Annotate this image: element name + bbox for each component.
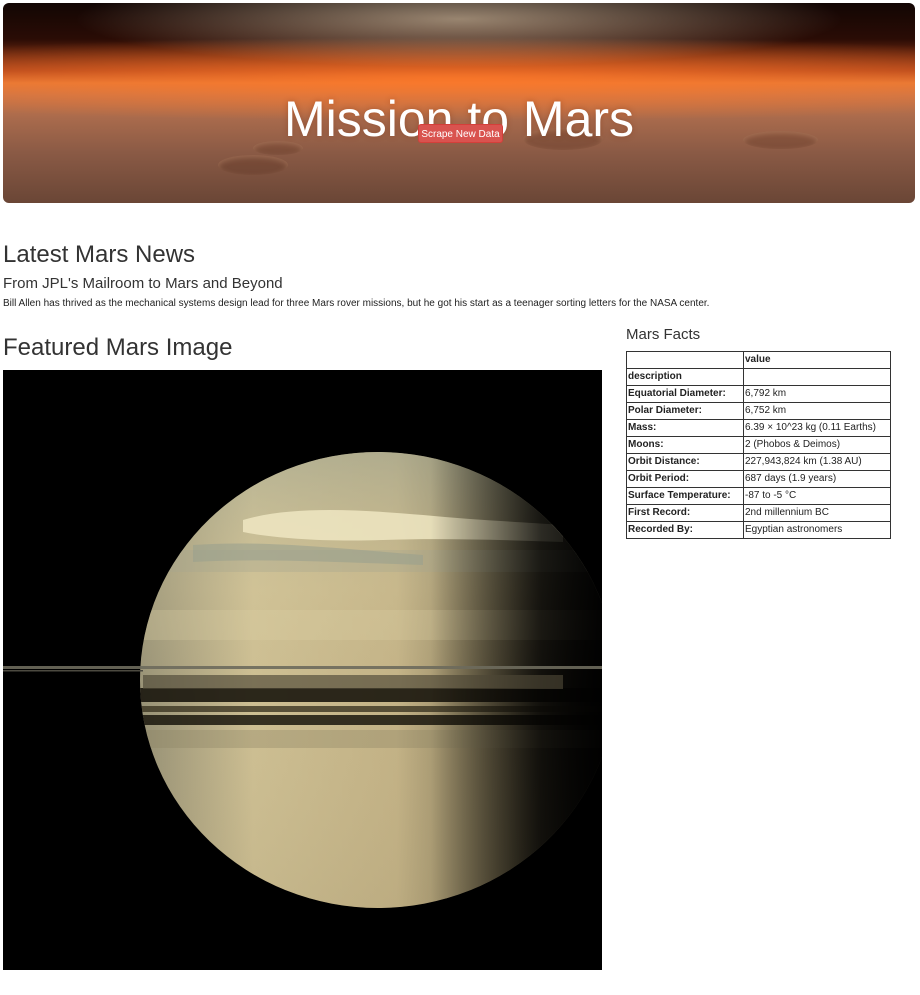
fact-label: Orbit Period: [626,470,744,488]
jumbotron-banner: Mission to Mars Scrape New Data [3,3,915,203]
fact-label: Moons: [626,436,744,454]
table-index-label: description [626,368,744,386]
table-row: Orbit Period: 687 days (1.9 years) [626,470,891,488]
table-header-value: value [743,351,891,369]
table-index-empty [743,368,891,386]
table-row: First Record: 2nd millennium BC [626,504,891,522]
fact-value: 2 (Phobos & Deimos) [743,436,891,454]
table-header-row: value [626,351,891,369]
planet-picture [3,370,602,970]
fact-label: Recorded By: [626,521,744,539]
table-index-row: description [626,368,891,386]
mars-facts-table: value description Equatorial Diameter: 6,… [626,351,891,539]
featured-image-heading: Featured Mars Image [3,334,233,361]
news-title: From JPL's Mailroom to Mars and Beyond [3,275,283,292]
news-teaser: Bill Allen has thrived as the mechanical… [3,298,710,309]
fact-label: Surface Temperature: [626,487,744,505]
fact-value: 227,943,824 km (1.38 AU) [743,453,891,471]
fact-value: -87 to -5 °C [743,487,891,505]
fact-value: 6.39 × 10^23 kg (0.11 Earths) [743,419,891,437]
fact-label: Equatorial Diameter: [626,385,744,403]
table-row: Surface Temperature: -87 to -5 °C [626,487,891,505]
scrape-new-data-button[interactable]: Scrape New Data [418,124,503,143]
table-row: Orbit Distance: 227,943,824 km (1.38 AU) [626,453,891,471]
table-row: Polar Diameter: 6,752 km [626,402,891,420]
fact-label: Orbit Distance: [626,453,744,471]
fact-value: 687 days (1.9 years) [743,470,891,488]
fact-value: Egyptian astronomers [743,521,891,539]
fact-value: 2nd millennium BC [743,504,891,522]
fact-label: Mass: [626,419,744,437]
table-header-index [626,351,744,369]
fact-value: 6,752 km [743,402,891,420]
featured-image [3,370,602,970]
fact-label: First Record: [626,504,744,522]
fact-label: Polar Diameter: [626,402,744,420]
table-row: Mass: 6.39 × 10^23 kg (0.11 Earths) [626,419,891,437]
crater [218,155,288,175]
fact-value: 6,792 km [743,385,891,403]
table-row: Equatorial Diameter: 6,792 km [626,385,891,403]
table-row: Recorded By: Egyptian astronomers [626,521,891,539]
news-heading: Latest Mars News [3,241,196,268]
table-row: Moons: 2 (Phobos & Deimos) [626,436,891,454]
mars-facts-heading: Mars Facts [626,326,701,343]
